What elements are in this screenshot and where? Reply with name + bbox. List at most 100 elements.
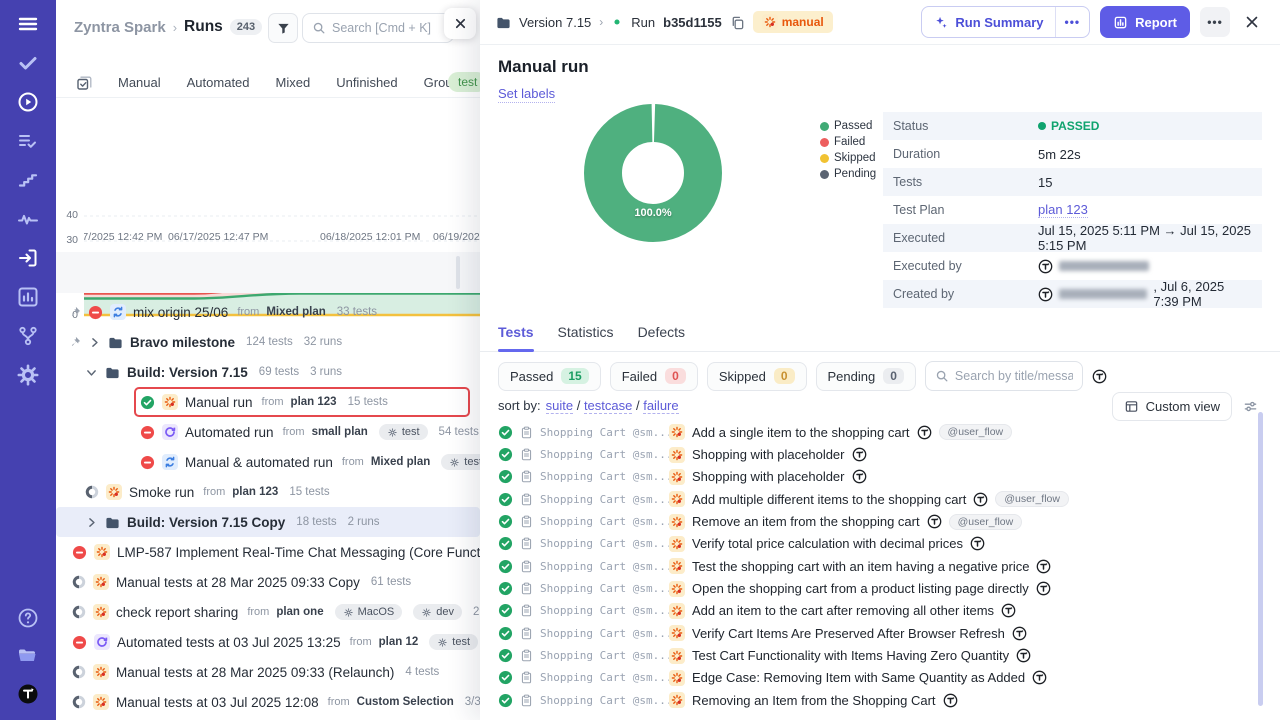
sparkles-icon xyxy=(933,15,948,30)
test-row[interactable]: Shopping Cart @sm...Test Cart Functional… xyxy=(498,644,1258,666)
project-name[interactable]: Zyntra Spark xyxy=(74,19,166,36)
panel-close-button[interactable] xyxy=(444,8,476,39)
copy-icon[interactable] xyxy=(730,15,745,30)
list-check-icon[interactable] xyxy=(16,129,40,153)
plan-link[interactable]: plan 123 xyxy=(232,486,278,498)
run-list-item[interactable]: Manual & automated runfromMixed plantest… xyxy=(56,447,480,477)
test-row[interactable]: Shopping Cart @sm...Removing an Item fro… xyxy=(498,689,1258,711)
passed-status-icon xyxy=(498,469,513,484)
x-tick: 06/17/2025 12:42 PM xyxy=(84,231,162,243)
custom-view-button[interactable]: Custom view xyxy=(1112,392,1232,421)
plan-link[interactable]: Mixed plan xyxy=(266,306,325,318)
run-list-item[interactable]: Build: Version 7.15 Copy18 tests2 runs xyxy=(56,507,480,537)
sliders-icon[interactable] xyxy=(1243,399,1258,414)
run-summary-button[interactable]: Run Summary ••• xyxy=(921,6,1090,38)
run-list-item[interactable]: Bravo milestone124 tests32 runs xyxy=(56,327,480,357)
help-icon[interactable] xyxy=(16,606,40,630)
runs-search-input[interactable] xyxy=(332,21,444,35)
test-row[interactable]: Shopping Cart @sm...Remove an item from … xyxy=(498,510,1258,532)
more-actions-button[interactable]: ••• xyxy=(1200,7,1230,37)
sort-link-failure[interactable]: failure xyxy=(643,398,678,414)
menu-icon[interactable] xyxy=(16,12,40,36)
run-name: Manual run xyxy=(185,395,253,410)
clipboard-icon xyxy=(520,604,533,617)
run-list-item[interactable]: Manual tests at 03 Jul 2025 12:08fromCus… xyxy=(56,687,480,717)
run-list-item[interactable]: check report sharingfromplan oneMacOSdev… xyxy=(56,597,480,627)
drawer-tab-defects[interactable]: Defects xyxy=(638,324,685,351)
sign-in-icon[interactable] xyxy=(16,246,40,270)
plan-link[interactable]: plan 123 xyxy=(291,396,337,408)
runs-panel-scrollbar[interactable] xyxy=(456,256,460,289)
test-row[interactable]: Shopping Cart @sm...Test the shopping ca… xyxy=(498,555,1258,577)
version-folder-label[interactable]: Version 7.15 xyxy=(519,15,591,30)
test-row[interactable]: Shopping Cart @sm...Verify Cart Items Ar… xyxy=(498,622,1258,644)
test-row[interactable]: Shopping Cart @sm...Add an item to the c… xyxy=(498,600,1258,622)
assignee-avatar-icon[interactable] xyxy=(1092,369,1107,384)
sort-link-suite[interactable]: suite xyxy=(546,398,573,414)
test-row[interactable]: Shopping Cart @sm...Add a single item to… xyxy=(498,421,1258,443)
chev-down-icon[interactable] xyxy=(85,366,98,379)
filter-chip-pending[interactable]: Pending0 xyxy=(816,362,916,391)
tests-search-input[interactable] xyxy=(955,369,1073,383)
plan-link[interactable]: plan one xyxy=(276,606,323,618)
filter-chip-label: Skipped xyxy=(719,369,766,384)
drawer-tab-tests[interactable]: Tests xyxy=(498,324,534,351)
run-list-item[interactable]: Manual tests at 28 Mar 2025 09:33 (Relau… xyxy=(56,657,480,687)
filter-chip-skipped[interactable]: Skipped0 xyxy=(707,362,807,391)
check-icon[interactable] xyxy=(16,51,40,75)
test-row[interactable]: Shopping Cart @sm...Shopping with placeh… xyxy=(498,443,1258,465)
run-list-item[interactable]: Smoke runfromplan 12315 tests xyxy=(56,477,480,507)
details-value: Jul 15, 2025 5:11 PM → Jul 15, 2025 5:15… xyxy=(1038,223,1252,253)
play-circle-icon[interactable] xyxy=(16,90,40,114)
tab-automated[interactable]: Automated xyxy=(187,75,250,90)
run-list-item[interactable]: Manual runfromplan 12315 tests xyxy=(56,387,480,417)
test-row[interactable]: Shopping Cart @sm...Add multiple differe… xyxy=(498,488,1258,510)
tab-manual[interactable]: Manual xyxy=(118,75,161,90)
run-list-item[interactable]: Manual tests at 28 Mar 2025 09:33 Copy61… xyxy=(56,567,480,597)
plan-link[interactable]: Mixed plan xyxy=(371,456,430,468)
chev-right-icon[interactable] xyxy=(88,336,101,349)
filter-chip-label: Pending xyxy=(828,369,876,384)
test-row[interactable]: Shopping Cart @sm...Shopping with placeh… xyxy=(498,466,1258,488)
test-suite-name: Shopping Cart @sm... xyxy=(540,426,662,439)
branch-icon[interactable] xyxy=(16,324,40,348)
filter-chip-failed[interactable]: Failed0 xyxy=(610,362,698,391)
folder-open-icon[interactable] xyxy=(16,644,40,668)
set-labels-link[interactable]: Set labels xyxy=(498,86,555,103)
clipboard-icon xyxy=(520,470,533,483)
drawer-tab-statistics[interactable]: Statistics xyxy=(558,324,614,351)
run-list-item[interactable]: Build: Version 7.1569 tests3 runs xyxy=(56,357,480,387)
logo-avatar-icon[interactable] xyxy=(16,682,40,706)
gear-icon[interactable] xyxy=(16,363,40,387)
passed-status-icon xyxy=(498,536,513,551)
pin-icon[interactable] xyxy=(69,306,81,318)
drawer-scrollbar[interactable] xyxy=(1258,412,1263,706)
steps-icon[interactable] xyxy=(16,168,40,192)
plan-link[interactable]: small plan xyxy=(312,426,368,438)
test-row[interactable]: Shopping Cart @sm...Edge Case: Removing … xyxy=(498,667,1258,689)
report-button[interactable]: Report xyxy=(1100,6,1190,38)
run-summary-more-button[interactable]: ••• xyxy=(1055,7,1090,37)
activity-icon[interactable] xyxy=(16,207,40,231)
avatar-t-icon xyxy=(973,492,988,507)
filter-button[interactable] xyxy=(268,13,298,43)
run-list-item[interactable]: Automated runfromsmall plantest54 tests xyxy=(56,417,480,447)
run-list-item[interactable]: LMP-587 Implement Real-Time Chat Messagi… xyxy=(56,537,480,567)
chart-box-icon[interactable] xyxy=(16,285,40,309)
select-all-icon[interactable] xyxy=(76,75,92,91)
run-list-item[interactable]: Automated tests at 03 Jul 2025 13:25from… xyxy=(56,627,480,657)
test-row[interactable]: Shopping Cart @sm...Verify total price c… xyxy=(498,533,1258,555)
run-list-item[interactable]: mix origin 25/06fromMixed plan33 tests xyxy=(56,297,480,327)
drawer-close-button[interactable] xyxy=(1240,10,1264,34)
test-row[interactable]: Shopping Cart @sm...Open the shopping ca… xyxy=(498,577,1258,599)
tab-mixed[interactable]: Mixed xyxy=(276,75,311,90)
plan-link[interactable]: plan 12 xyxy=(379,636,419,648)
test-plan-link[interactable]: plan 123 xyxy=(1038,202,1088,218)
tab-unfinished[interactable]: Unfinished xyxy=(336,75,397,90)
filter-chip-passed[interactable]: Passed15 xyxy=(498,362,601,391)
plan-link[interactable]: Custom Selection xyxy=(357,696,454,708)
chev-right-icon[interactable] xyxy=(85,516,98,529)
clipboard-icon xyxy=(520,694,533,707)
sort-link-testcase[interactable]: testcase xyxy=(584,398,632,414)
pin-icon[interactable] xyxy=(69,336,81,348)
